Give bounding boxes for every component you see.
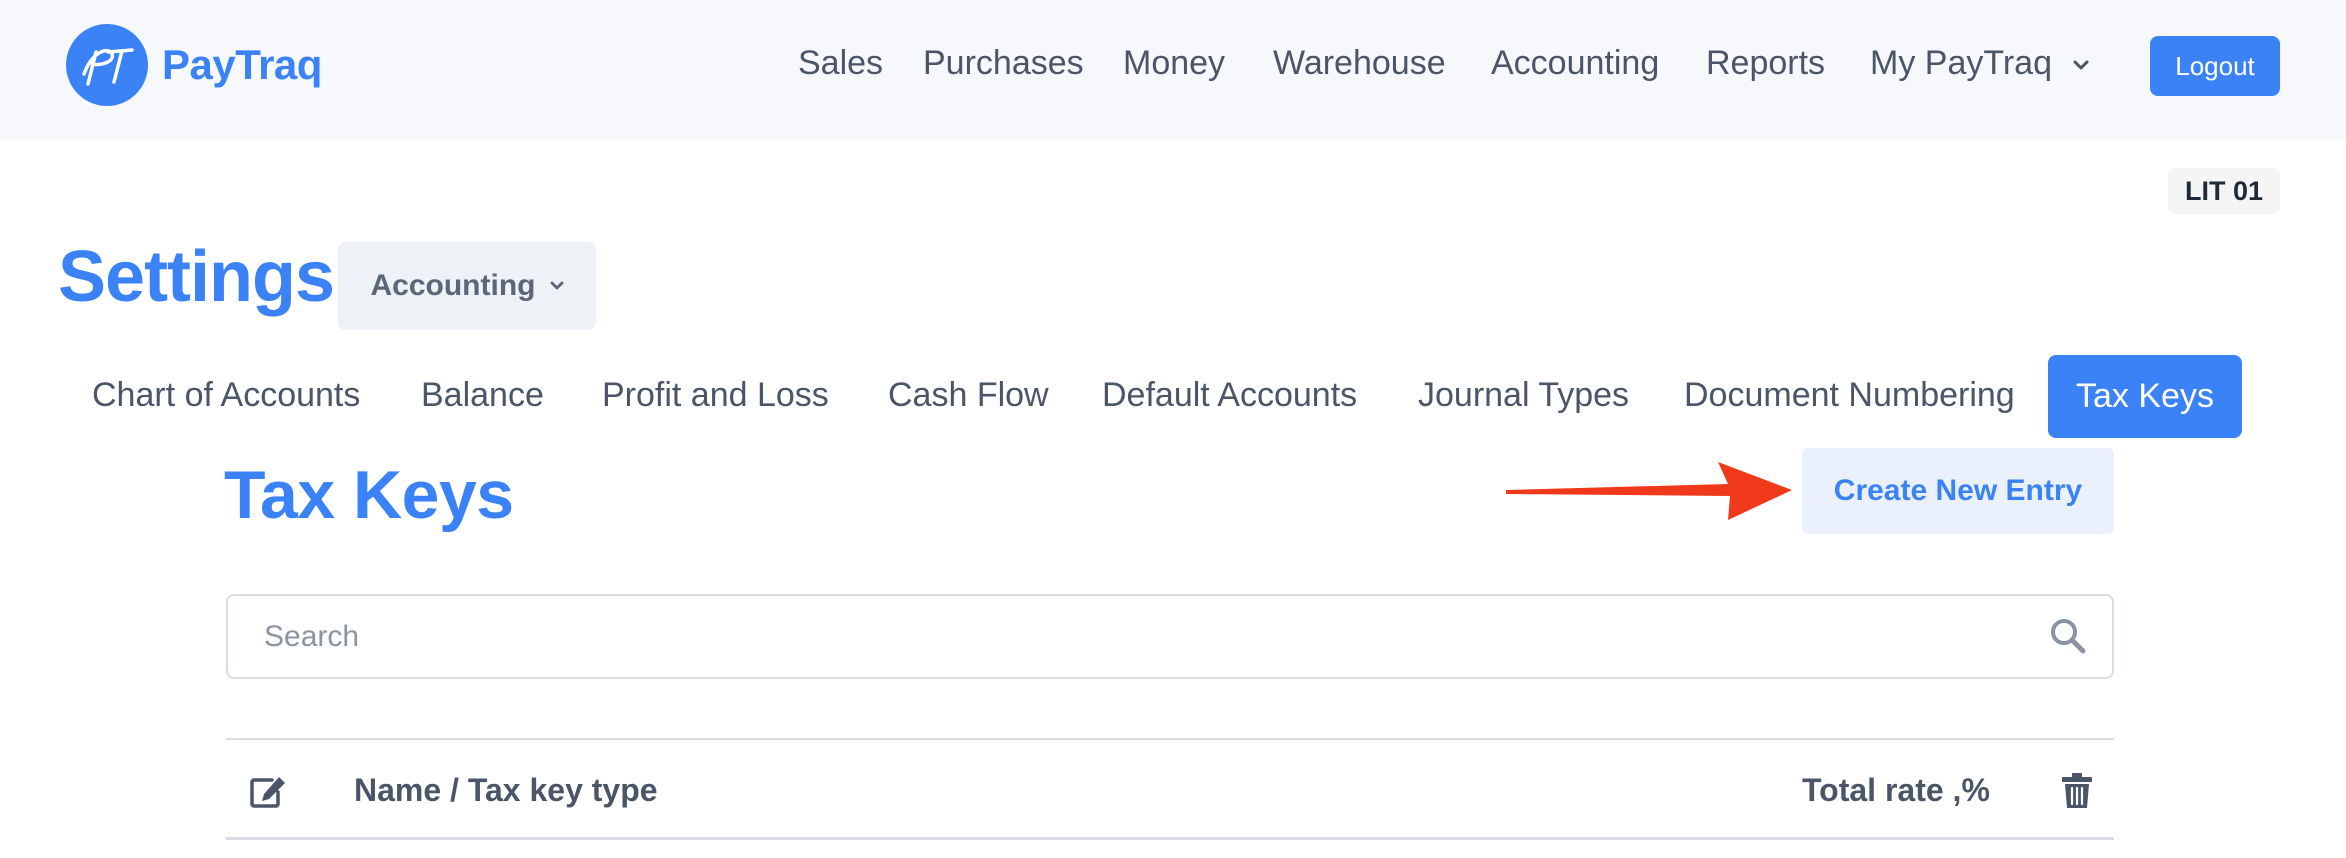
settings-title: Settings	[58, 237, 335, 317]
nav-reports[interactable]: Reports	[1706, 44, 1825, 83]
annotation-arrow-icon	[1506, 462, 1792, 520]
paytraq-logo[interactable]: PayTraq	[66, 24, 322, 106]
company-badge[interactable]: LIT 01	[2168, 168, 2280, 214]
tab-document-numbering[interactable]: Document Numbering	[1684, 376, 2015, 415]
settings-section-dropdown[interactable]: Accounting	[338, 242, 596, 330]
chevron-down-icon	[550, 281, 563, 290]
search-icon[interactable]	[2048, 616, 2088, 656]
trash-icon	[2062, 773, 2092, 808]
nav-my-paytraq-menu[interactable]: My PayTraq	[1870, 44, 2089, 83]
top-navigation-bar: PayTraq Sales Purchases Money Warehouse …	[0, 0, 2346, 140]
chevron-down-icon	[2073, 60, 2089, 70]
tab-default-accounts[interactable]: Default Accounts	[1102, 376, 1357, 415]
tab-balance[interactable]: Balance	[421, 376, 544, 415]
nav-accounting[interactable]: Accounting	[1491, 44, 1659, 83]
create-new-entry-button[interactable]: Create New Entry	[1802, 448, 2114, 534]
nav-warehouse[interactable]: Warehouse	[1273, 44, 1446, 83]
search-box	[226, 594, 2114, 679]
nav-my-paytraq-label: My PayTraq	[1870, 44, 2053, 82]
column-header-total-rate[interactable]: Total rate ,%	[1802, 772, 1990, 809]
nav-money[interactable]: Money	[1123, 44, 1225, 83]
column-header-name[interactable]: Name / Tax key type	[354, 772, 658, 809]
table-header: Name / Tax key type Total rate ,%	[226, 738, 2114, 840]
brand-name: PayTraq	[162, 41, 322, 88]
tab-cash-flow[interactable]: Cash Flow	[888, 376, 1049, 415]
tab-chart-of-accounts[interactable]: Chart of Accounts	[92, 376, 360, 415]
settings-section-label: Accounting	[370, 269, 536, 302]
nav-purchases[interactable]: Purchases	[923, 44, 1084, 83]
nav-sales[interactable]: Sales	[798, 44, 883, 83]
logo-mark-icon	[66, 24, 148, 106]
tab-journal-types[interactable]: Journal Types	[1418, 376, 1629, 415]
logout-button[interactable]: Logout	[2150, 36, 2280, 96]
edit-icon	[250, 777, 285, 808]
tab-tax-keys[interactable]: Tax Keys	[2048, 355, 2242, 438]
tab-profit-and-loss[interactable]: Profit and Loss	[602, 376, 829, 415]
search-input[interactable]	[264, 596, 2024, 677]
page-title: Tax Keys	[224, 457, 514, 533]
